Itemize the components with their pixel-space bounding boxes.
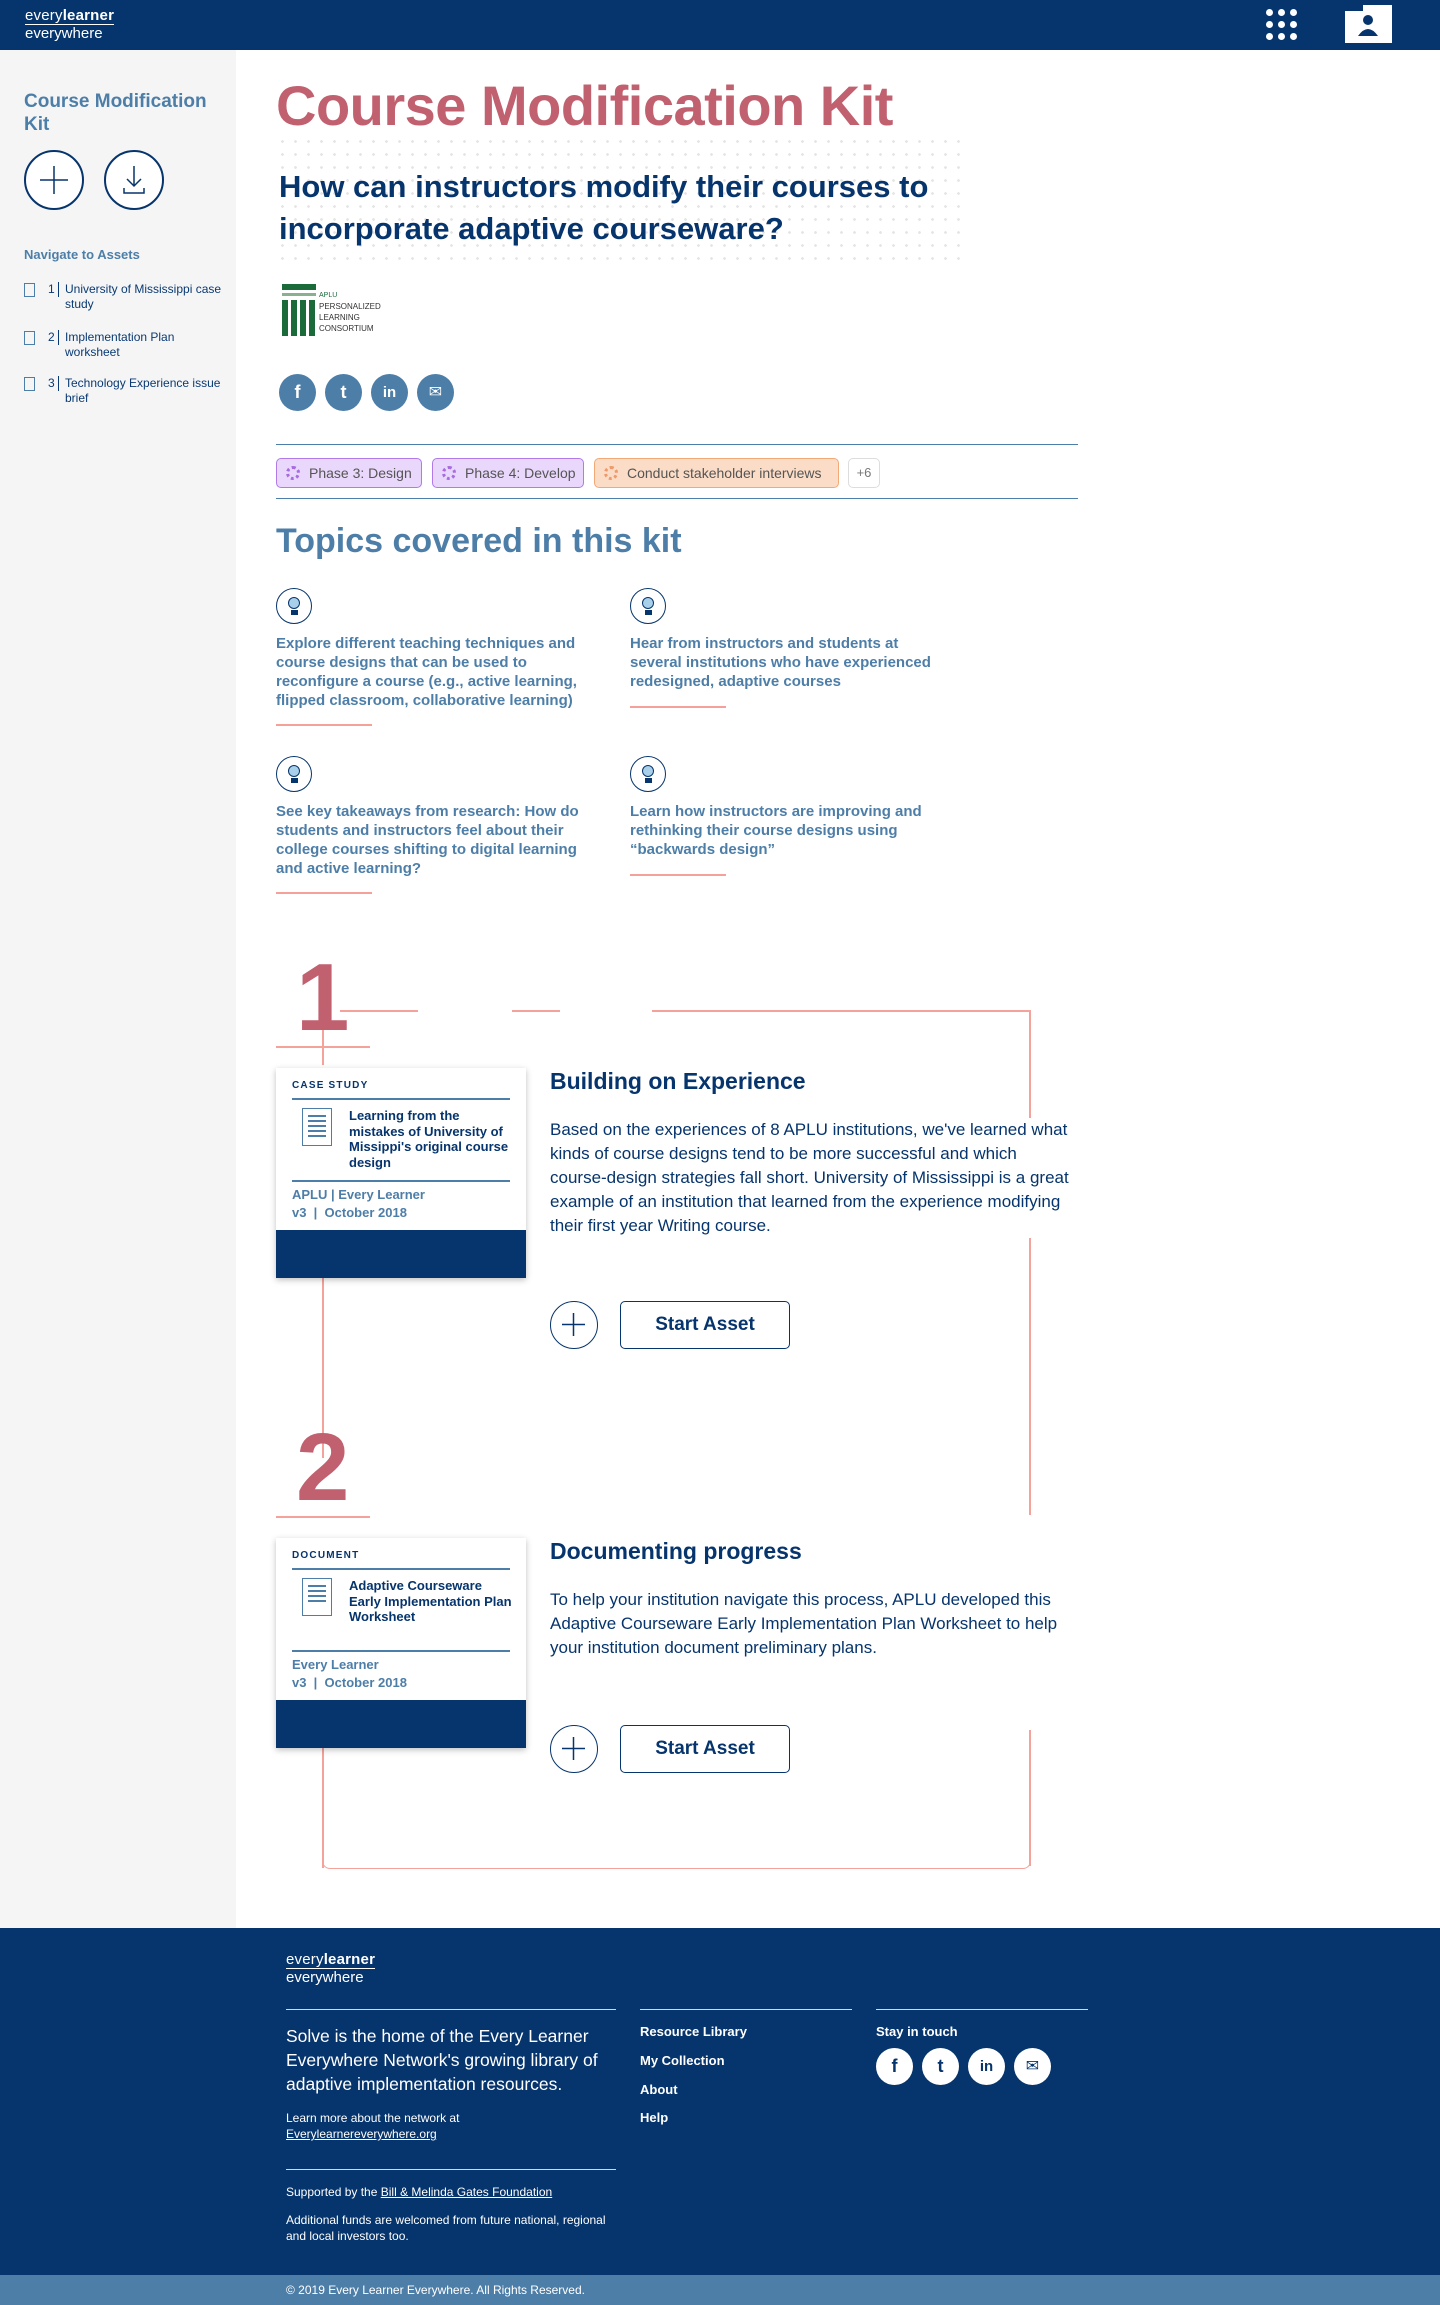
document-icon <box>24 377 35 391</box>
footer-link-resource-library[interactable]: Resource Library <box>640 2024 747 2039</box>
step-underline <box>276 1516 370 1518</box>
sidebar: Course Modification Kit Navigate to Asse… <box>0 50 236 1928</box>
lightbulb-icon <box>276 588 312 624</box>
every-learner-logo[interactable]: everylearner everywhere <box>25 8 115 41</box>
twitter-share-icon[interactable]: t <box>325 374 362 411</box>
footer-link-my-collection[interactable]: My Collection <box>640 2053 725 2068</box>
path-line <box>322 1855 1031 1869</box>
card-title: Learning from the mistakes of University… <box>349 1108 509 1170</box>
page-title: Course Modification Kit <box>276 74 893 137</box>
stay-in-touch-heading: Stay in touch <box>876 2024 958 2039</box>
step-title: Documenting progress <box>550 1538 802 1564</box>
lightbulb-icon <box>630 588 666 624</box>
step-underline <box>276 1046 370 1048</box>
tag-conduct-stakeholder-interviews[interactable]: Conduct stakeholder interviews <box>594 458 839 488</box>
tag-phase-3-design[interactable]: Phase 3: Design <box>276 458 422 488</box>
footer-link-about[interactable]: About <box>640 2082 678 2097</box>
supported-by-text: Supported by the Bill & Melinda Gates Fo… <box>286 2185 553 2199</box>
gear-icon <box>442 466 456 480</box>
network-website-link[interactable]: Everylearnereverywhere.org <box>286 2127 437 2141</box>
document-icon <box>24 331 35 345</box>
sidebar-item-label: Technology Experience issue brief <box>65 376 221 405</box>
learn-more-text: Learn more about the network at Everylea… <box>286 2111 460 2141</box>
profile-card-icon[interactable] <box>1345 5 1392 43</box>
footer: everylearner everywhere Solve is the hom… <box>0 1928 1440 2275</box>
download-kit-button[interactable] <box>104 150 164 210</box>
gates-foundation-link[interactable]: Bill & Melinda Gates Foundation <box>381 2185 552 2199</box>
plus-icon <box>562 1737 585 1760</box>
additional-funds-text: Additional funds are welcomed from futur… <box>286 2213 606 2243</box>
step-description: Based on the experiences of 8 APLU insti… <box>550 1118 1070 1238</box>
gear-icon <box>286 466 300 480</box>
gear-icon <box>604 466 618 480</box>
sidebar-item-label: Implementation Plan worksheet <box>65 330 175 359</box>
start-asset-button[interactable]: Start Asset <box>620 1725 790 1773</box>
footer-link-help[interactable]: Help <box>640 2110 668 2125</box>
linkedin-icon[interactable]: in <box>968 2048 1005 2085</box>
sidebar-item-label: University of Mississippi case study <box>65 282 222 311</box>
facebook-icon[interactable]: f <box>876 2048 913 2085</box>
divider <box>276 498 1078 499</box>
facebook-share-icon[interactable]: f <box>279 374 316 411</box>
email-icon[interactable]: ✉ <box>1014 2048 1051 2085</box>
step-title: Building on Experience <box>550 1068 806 1094</box>
copyright-text: © 2019 Every Learner Everywhere. All Rig… <box>286 2283 585 2297</box>
asset-card-document[interactable]: DOCUMENT Adaptive Courseware Early Imple… <box>276 1538 526 1748</box>
every-learner-logo[interactable]: everylearner everywhere <box>286 1952 376 1985</box>
aplu-plc-logo: APLU Personalized Learning Consortium <box>282 284 402 336</box>
plus-icon <box>40 166 68 194</box>
lightbulb-icon <box>276 756 312 792</box>
apps-grid-icon[interactable] <box>1264 7 1300 43</box>
path-line <box>340 1010 418 1012</box>
more-tags-button[interactable]: +6 <box>848 458 880 488</box>
page-question: How can instructors modify their courses… <box>279 169 929 246</box>
tag-phase-4-develop[interactable]: Phase 4: Develop <box>432 458 584 488</box>
plus-icon <box>562 1313 585 1336</box>
footer-tagline: Solve is the home of the Every Learner E… <box>286 2026 598 2094</box>
document-icon <box>24 283 35 297</box>
topics-heading: Topics covered in this kit <box>276 522 682 560</box>
path-line <box>1029 1730 1031 1866</box>
divider <box>276 444 1078 445</box>
copyright-bar: © 2019 Every Learner Everywhere. All Rig… <box>0 2275 1440 2305</box>
document-icon <box>302 1108 332 1146</box>
add-asset-button[interactable] <box>550 1725 598 1773</box>
download-icon <box>123 166 145 194</box>
linkedin-share-icon[interactable]: in <box>371 374 408 411</box>
email-share-icon[interactable]: ✉ <box>417 374 454 411</box>
card-title: Adaptive Courseware Early Implementation… <box>349 1578 512 1624</box>
path-line <box>512 1010 560 1012</box>
sidebar-title: Course Modification Kit <box>24 91 207 135</box>
top-nav-bar: everylearner everywhere <box>0 0 1440 50</box>
start-asset-button[interactable]: Start Asset <box>620 1301 790 1349</box>
document-download-icon <box>302 1578 332 1616</box>
path-line <box>652 1010 1030 1012</box>
asset-card-case-study[interactable]: CASE STUDY Learning from the mistakes of… <box>276 1068 526 1278</box>
lightbulb-icon <box>630 756 666 792</box>
add-to-collection-button[interactable] <box>24 150 84 210</box>
step-number: 1 <box>296 944 350 1051</box>
path-line <box>322 1748 324 1868</box>
add-asset-button[interactable] <box>550 1301 598 1349</box>
step-description: To help your institution navigate this p… <box>550 1588 1070 1660</box>
step-number: 2 <box>296 1414 350 1521</box>
navigate-to-assets-heading: Navigate to Assets <box>24 247 140 262</box>
path-line <box>1029 1010 1031 1515</box>
twitter-icon[interactable]: t <box>922 2048 959 2085</box>
